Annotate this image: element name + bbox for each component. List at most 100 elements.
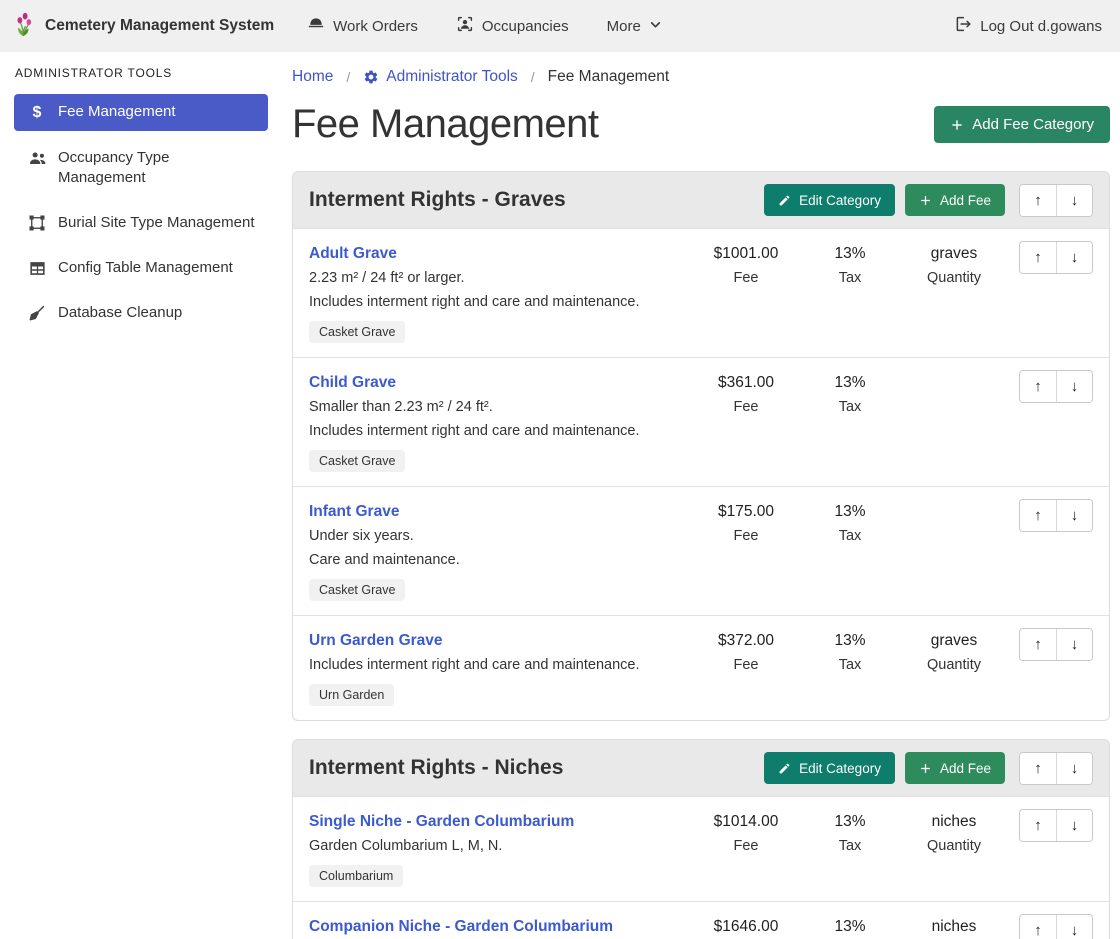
fee-quantity-column: graves Quantity	[899, 628, 1009, 677]
move-category-down-button[interactable]: ↓	[1056, 185, 1092, 216]
edit-category-label: Edit Category	[799, 761, 881, 776]
sidebar: ADMINISTRATOR TOOLS $ Fee Management Occ…	[0, 52, 280, 340]
fee-quantity-value: graves	[899, 241, 1009, 266]
fee-description: Garden Columbarium L, M, N.	[309, 834, 691, 858]
nav-work-orders[interactable]: Work Orders	[307, 15, 418, 37]
move-category-down-button[interactable]: ↓	[1056, 753, 1092, 784]
edit-category-button[interactable]: Edit Category	[764, 752, 895, 784]
sidebar-item-config-table-management[interactable]: Config Table Management	[14, 250, 268, 286]
fee-tax-value: 13%	[801, 241, 899, 266]
sidebar-item-fee-management[interactable]: $ Fee Management	[14, 94, 268, 131]
pencil-icon	[778, 762, 791, 775]
logout-button[interactable]: Log Out d.gowans	[954, 15, 1102, 37]
move-fee-up-button[interactable]: ↑	[1020, 810, 1056, 841]
move-fee-up-button[interactable]: ↑	[1020, 500, 1056, 531]
fee-name-link[interactable]: Single Niche - Garden Columbarium	[309, 809, 574, 834]
category-header: Interment Rights - Graves Edit Category …	[293, 172, 1109, 228]
move-fee-down-button[interactable]: ↓	[1056, 371, 1092, 402]
edit-category-button[interactable]: Edit Category	[764, 184, 895, 216]
fee-quantity-label: Quantity	[899, 266, 1009, 290]
fee-description: Includes interment right and care and ma…	[309, 419, 691, 443]
fee-name-link[interactable]: Child Grave	[309, 370, 396, 395]
main-content: Home / Administrator Tools / Fee Managem…	[280, 52, 1120, 939]
fee-row: Adult Grave 2.23 m² / 24 ft² or larger.I…	[293, 228, 1109, 357]
move-fee-up-button[interactable]: ↑	[1020, 915, 1056, 939]
page-title: Fee Management	[292, 102, 599, 147]
sidebar-section-label: ADMINISTRATOR TOOLS	[15, 66, 268, 80]
edit-category-label: Edit Category	[799, 193, 881, 208]
fee-tax-label: Tax	[801, 395, 899, 419]
fee-tax-value: 13%	[801, 914, 899, 939]
fee-quantity-label: Quantity	[899, 653, 1009, 677]
plus-icon	[950, 118, 964, 132]
fee-category-card: Interment Rights - Graves Edit Category …	[292, 171, 1110, 721]
move-category-up-button[interactable]: ↑	[1020, 753, 1056, 784]
fee-quantity-column: graves Quantity	[899, 241, 1009, 290]
fee-description: Includes interment right and care and ma…	[309, 653, 691, 677]
breadcrumb-admin-tools-link[interactable]: Administrator Tools	[363, 68, 518, 86]
category-title: Interment Rights - Graves	[309, 188, 754, 212]
nav-more[interactable]: More	[607, 18, 662, 35]
fee-row: Companion Niche - Garden Columbarium Gar…	[293, 901, 1109, 939]
fee-description: Smaller than 2.23 m² / 24 ft².	[309, 395, 691, 419]
category-reorder-group: ↑ ↓	[1019, 184, 1093, 217]
fee-tax-column: 13% Tax	[801, 370, 899, 419]
fee-tax-value: 13%	[801, 370, 899, 395]
fee-reorder-group: ↑ ↓	[1019, 809, 1093, 842]
fee-quantity-column: niches Quantity	[899, 809, 1009, 858]
sidebar-item-label: Database Cleanup	[58, 303, 182, 323]
breadcrumb-home-link[interactable]: Home	[292, 68, 333, 86]
fee-name-link[interactable]: Infant Grave	[309, 499, 399, 524]
brand[interactable]: Cemetery Management System	[12, 9, 274, 44]
sidebar-item-burial-site-type-management[interactable]: Burial Site Type Management	[14, 205, 268, 241]
fee-reorder-group: ↑ ↓	[1019, 370, 1093, 403]
fee-amount-value: $1014.00	[691, 809, 801, 834]
add-fee-button[interactable]: Add Fee	[905, 184, 1005, 216]
fee-amount-column: $1001.00 Fee	[691, 241, 801, 290]
move-fee-down-button[interactable]: ↓	[1056, 242, 1092, 273]
fee-amount-value: $175.00	[691, 499, 801, 524]
move-fee-down-button[interactable]: ↓	[1056, 629, 1092, 660]
fee-amount-column: $372.00 Fee	[691, 628, 801, 677]
fee-name-link[interactable]: Adult Grave	[309, 241, 397, 266]
category-reorder-group: ↑ ↓	[1019, 752, 1093, 785]
gear-icon	[363, 69, 379, 85]
fee-name-link[interactable]: Urn Garden Grave	[309, 628, 443, 653]
fee-amount-value: $361.00	[691, 370, 801, 395]
add-fee-category-button[interactable]: Add Fee Category	[934, 106, 1110, 143]
move-fee-down-button[interactable]: ↓	[1056, 915, 1092, 939]
sidebar-item-label: Config Table Management	[58, 258, 233, 278]
add-fee-button[interactable]: Add Fee	[905, 752, 1005, 784]
hard-hat-icon	[307, 15, 325, 37]
broom-icon	[27, 304, 47, 322]
move-category-up-button[interactable]: ↑	[1020, 185, 1056, 216]
move-fee-up-button[interactable]: ↑	[1020, 371, 1056, 402]
fee-tax-value: 13%	[801, 499, 899, 524]
fee-amount-label: Fee	[691, 653, 801, 677]
fee-type-badge: Casket Grave	[309, 321, 405, 343]
fee-amount-value: $372.00	[691, 628, 801, 653]
sidebar-item-database-cleanup[interactable]: Database Cleanup	[14, 295, 268, 331]
sidebar-item-label: Burial Site Type Management	[58, 213, 255, 233]
move-fee-down-button[interactable]: ↓	[1056, 810, 1092, 841]
dollar-icon: $	[27, 103, 47, 123]
sidebar-item-occupancy-type-management[interactable]: Occupancy Type Management	[14, 140, 268, 196]
fee-quantity-value: graves	[899, 628, 1009, 653]
move-fee-up-button[interactable]: ↑	[1020, 242, 1056, 273]
fee-amount-label: Fee	[691, 395, 801, 419]
table-icon	[27, 259, 47, 278]
fee-tax-label: Tax	[801, 524, 899, 548]
fee-name-link[interactable]: Companion Niche - Garden Columbarium	[309, 914, 613, 939]
chevron-down-icon	[649, 18, 662, 35]
nav-occupancies[interactable]: Occupancies	[456, 15, 569, 37]
sidebar-item-label: Fee Management	[58, 102, 176, 122]
fee-tax-column: 13% Tax	[801, 241, 899, 290]
sidebar-item-label: Occupancy Type Management	[58, 148, 258, 188]
fee-tax-label: Tax	[801, 653, 899, 677]
fee-description: Care and maintenance.	[309, 548, 691, 572]
move-fee-down-button[interactable]: ↓	[1056, 500, 1092, 531]
nav-item-label: Work Orders	[333, 18, 418, 35]
fee-amount-column: $1646.00 Fee	[691, 914, 801, 939]
move-fee-up-button[interactable]: ↑	[1020, 629, 1056, 660]
nav-item-label: Occupancies	[482, 18, 569, 35]
